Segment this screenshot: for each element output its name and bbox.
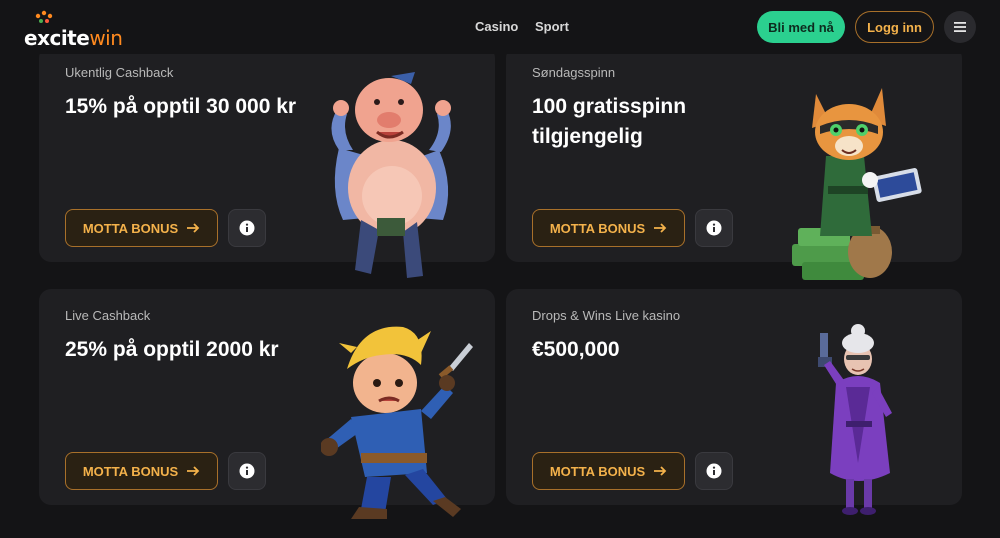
- info-icon: [706, 463, 722, 479]
- menu-button[interactable]: [944, 11, 976, 43]
- card-label: Ukentlig Cashback: [65, 65, 174, 80]
- info-icon: [239, 463, 255, 479]
- nav-casino[interactable]: Casino: [475, 19, 518, 34]
- cta-label: MOTTA BONUS: [82, 220, 179, 236]
- cat-character-illustration: [792, 88, 922, 280]
- claim-bonus-button[interactable]: MOTTA BONUS: [65, 452, 218, 490]
- info-button[interactable]: [695, 209, 733, 247]
- granny-character-illustration: [818, 324, 892, 515]
- card-title: €500,000: [532, 338, 620, 361]
- cta-label: MOTTA BONUS: [549, 463, 646, 479]
- info-button[interactable]: [695, 452, 733, 490]
- claim-bonus-button[interactable]: MOTTA BONUS: [532, 209, 685, 247]
- claim-bonus-button[interactable]: MOTTA BONUS: [65, 209, 218, 247]
- login-button[interactable]: Logg inn: [855, 11, 934, 43]
- card-label: Søndagsspinn: [532, 65, 616, 80]
- card-title: 25% på opptil 2000 kr: [65, 338, 279, 361]
- info-icon: [239, 220, 255, 236]
- info-button[interactable]: [228, 452, 266, 490]
- hero-character-illustration: [321, 326, 473, 519]
- promo-card-drops-wins: Drops & Wins Live kasino €500,000 MOTTA …: [506, 289, 962, 515]
- arrow-right-icon: [187, 223, 200, 233]
- cta-label: MOTTA BONUS: [82, 463, 179, 479]
- arrow-right-icon: [654, 223, 667, 233]
- signup-button[interactable]: Bli med nå: [757, 11, 845, 43]
- card-label: Live Cashback: [65, 308, 151, 323]
- hamburger-icon: [954, 22, 966, 32]
- claim-bonus-button[interactable]: MOTTA BONUS: [532, 452, 685, 490]
- arrow-right-icon: [187, 466, 200, 476]
- arrow-right-icon: [654, 466, 667, 476]
- info-button[interactable]: [228, 209, 266, 247]
- info-icon: [706, 220, 722, 236]
- cta-label: MOTTA BONUS: [549, 220, 646, 236]
- excitewin-logo[interactable]: excitewin: [24, 10, 134, 50]
- top-header: excitewin Casino Sport Bli med nå Logg i…: [0, 0, 1000, 54]
- logo-text: excitewin: [24, 26, 123, 50]
- promo-card-weekly-cashback: Ukentlig Cashback 15% på opptil 30 000 k…: [39, 46, 495, 278]
- card-title: 100 gratisspinn tilgjengelig: [532, 95, 687, 148]
- pig-character-illustration: [331, 72, 451, 278]
- promo-card-live-cashback: Live Cashback 25% på opptil 2000 kr MOTT…: [39, 289, 495, 519]
- card-label: Drops & Wins Live kasino: [532, 308, 681, 323]
- promo-card-sunday-spins: Søndagsspinn 100 gratisspinn tilgjengeli…: [506, 46, 962, 280]
- nav-sport[interactable]: Sport: [535, 19, 569, 34]
